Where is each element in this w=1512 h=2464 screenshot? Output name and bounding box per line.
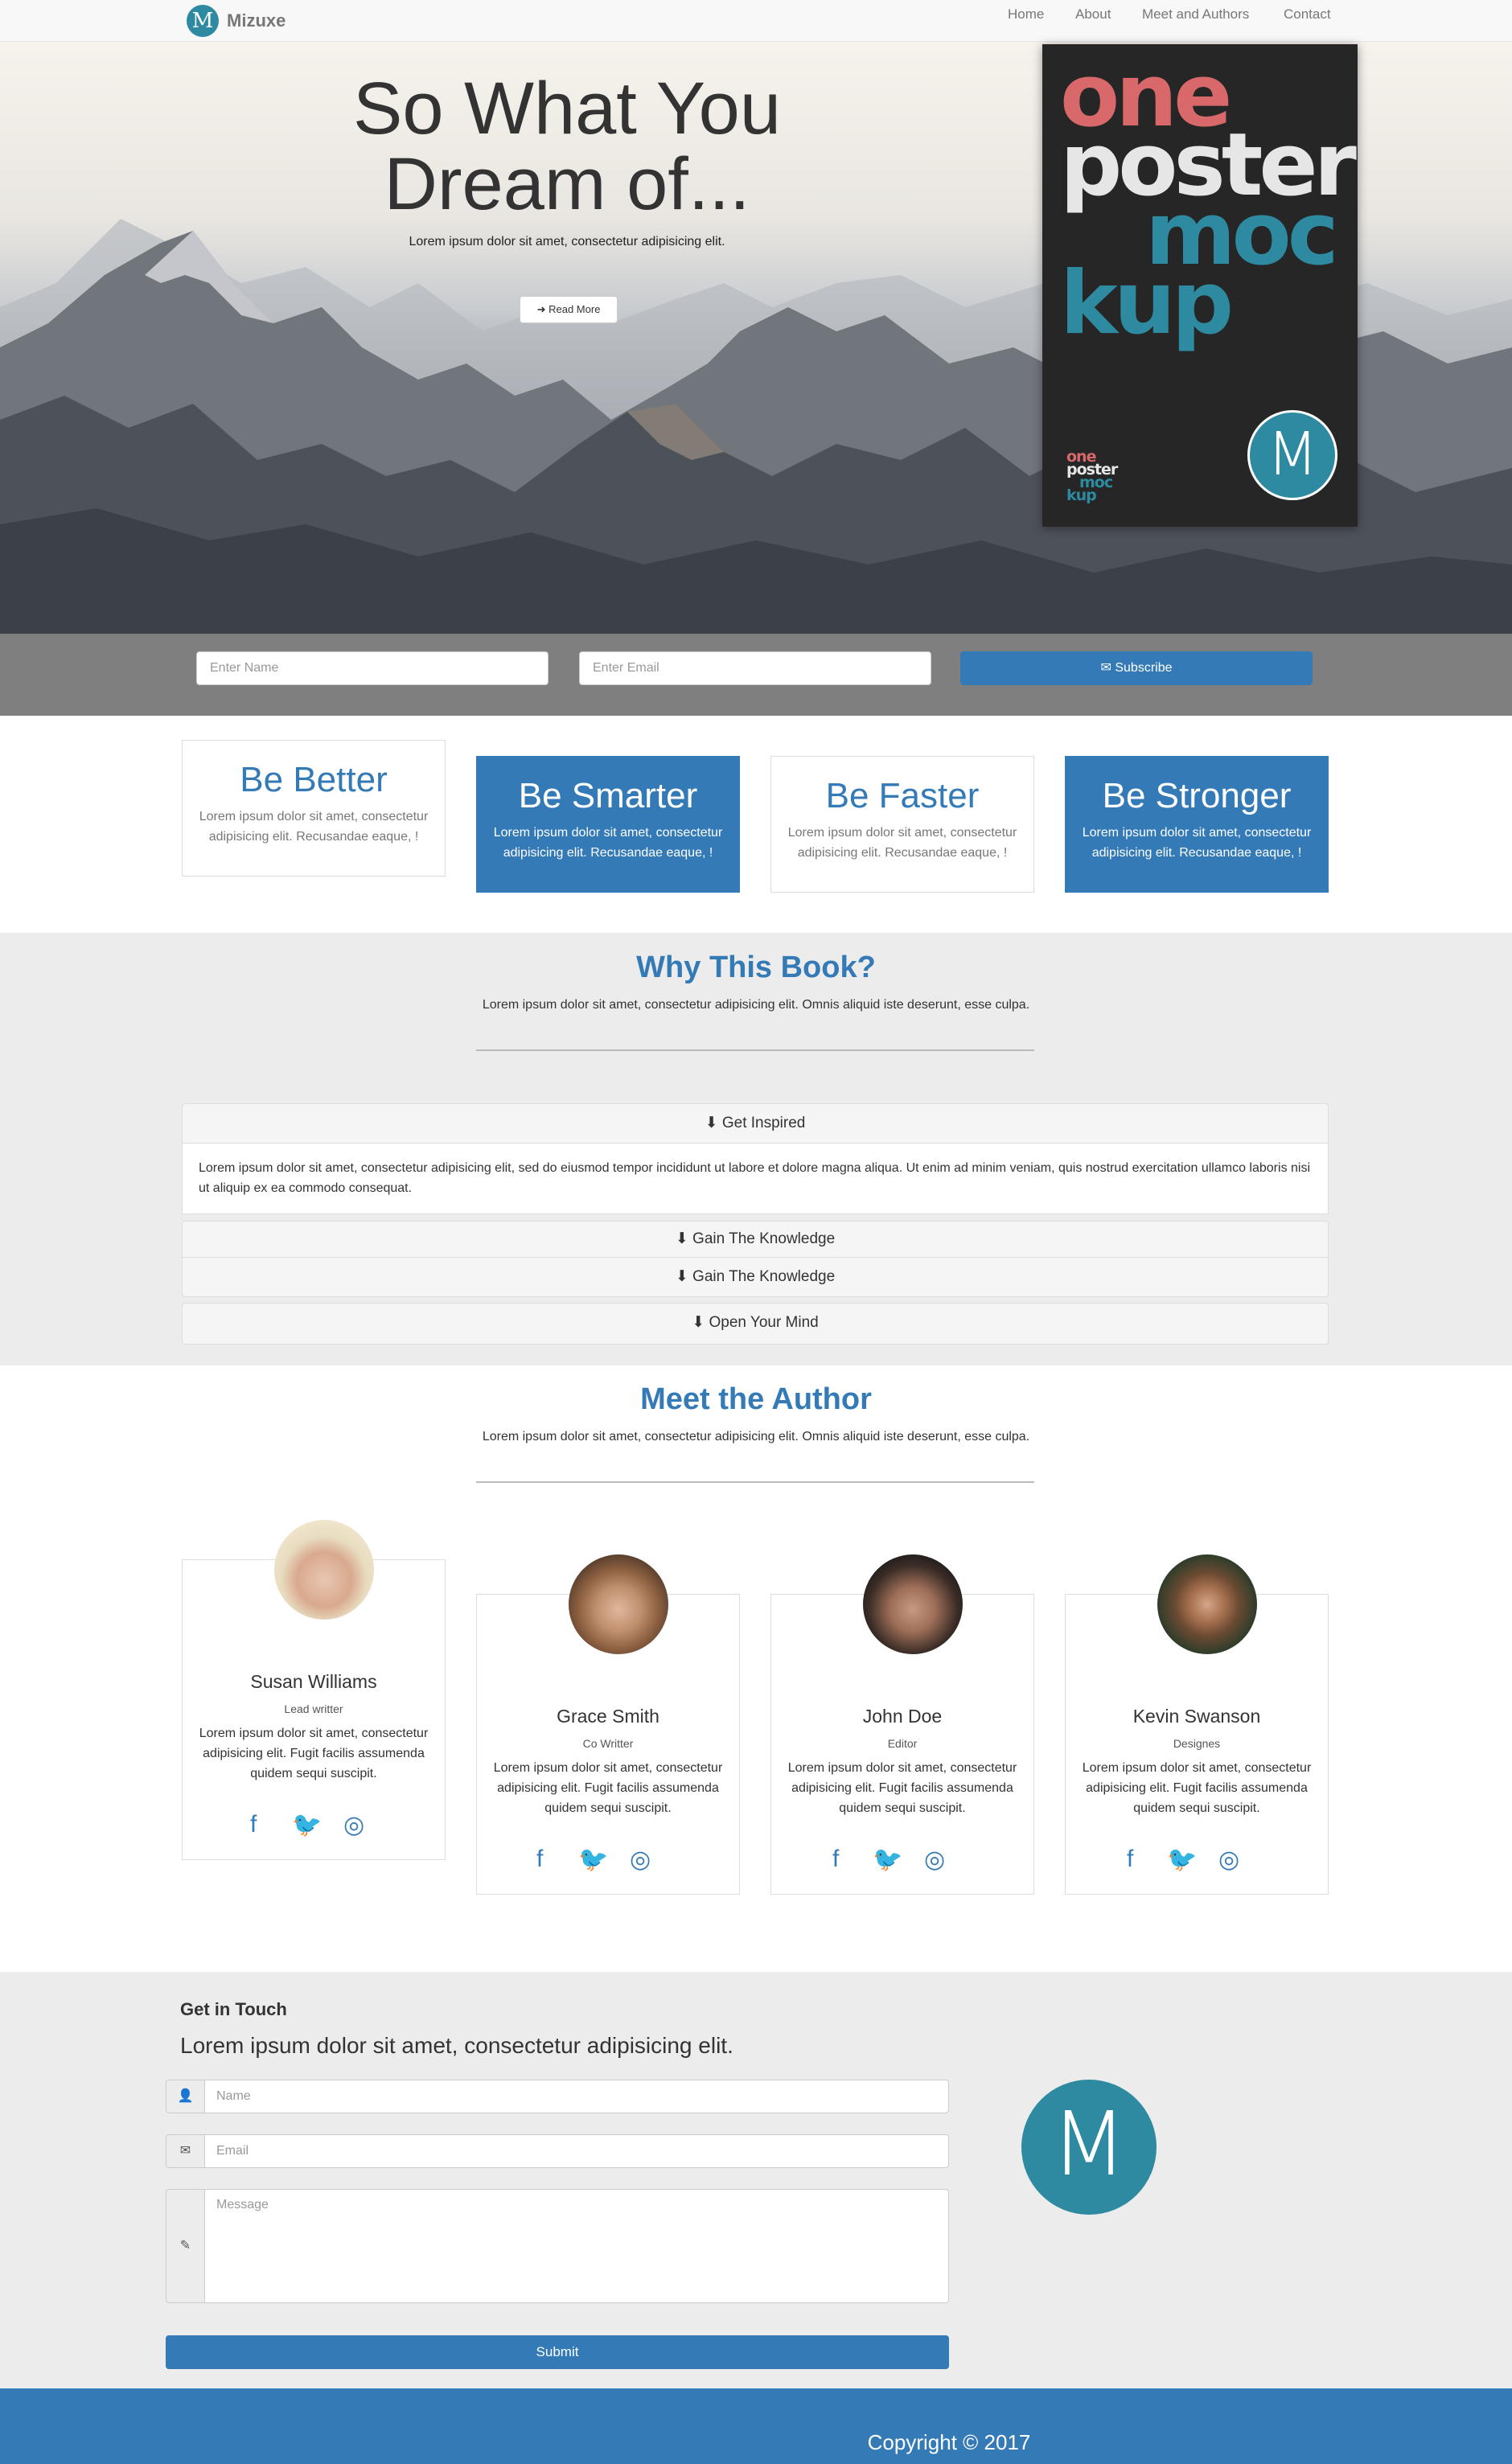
- accordion-open-mind[interactable]: ⬇ Open Your Mind: [182, 1303, 1329, 1345]
- poster-mockup: one poster moc kup one poster moc kup M: [1042, 44, 1358, 527]
- author-role: Co Writter: [582, 1737, 634, 1750]
- nav-link-meet-authors[interactable]: Meet and Authors: [1142, 6, 1249, 23]
- accordion-gain-knowledge-1[interactable]: ⬇ Gain The Knowledge: [182, 1221, 1329, 1258]
- email-input[interactable]: Enter Email: [579, 651, 931, 685]
- author-bio: Lorem ipsum dolor sit amet, consectetur …: [199, 1727, 429, 1780]
- contact-email-input[interactable]: Email: [204, 2134, 949, 2168]
- author-card: Kevin Swanson Designes Lorem ipsum dolor…: [1065, 1554, 1329, 1895]
- author-role: Editor: [887, 1737, 918, 1750]
- avatar: [274, 1520, 374, 1620]
- contact-lead: Lorem ipsum dolor sit amet, consectetur …: [180, 2033, 733, 2058]
- authors-description: Lorem ipsum dolor sit amet, consectetur …: [482, 1430, 1030, 1443]
- feature-title: Be Faster: [825, 776, 980, 815]
- poster-word-kup: kup: [1060, 253, 1234, 354]
- why-title: Why This Book?: [636, 951, 876, 984]
- twitter-icon[interactable]: 🐦: [873, 1846, 902, 1874]
- accordion-label: Gain The Knowledge: [692, 1230, 836, 1247]
- author-bio: Lorem ipsum dolor sit amet, consectetur …: [787, 1761, 1017, 1815]
- feature-text: Lorem ipsum dolor sit amet, consectetur …: [1082, 826, 1312, 860]
- instagram-icon[interactable]: ◎: [343, 1811, 364, 1839]
- pencil-icon: ✎: [166, 2189, 204, 2303]
- accordion-body: Lorem ipsum dolor sit amet, consectetur …: [182, 1144, 1329, 1214]
- author-name: Kevin Swanson: [1132, 1706, 1261, 1727]
- instagram-icon[interactable]: ◎: [924, 1846, 945, 1874]
- arrow-circle-down-icon: ⬇: [675, 1268, 688, 1285]
- feature-card-stronger: Be Stronger Lorem ipsum dolor sit amet, …: [1065, 756, 1329, 893]
- author-role: Lead writter: [284, 1702, 343, 1715]
- contact-logo: M: [1021, 2080, 1157, 2215]
- facebook-icon[interactable]: f: [1127, 1846, 1133, 1873]
- twitter-icon[interactable]: 🐦: [578, 1846, 608, 1874]
- feature-card-faster: Be Faster Lorem ipsum dolor sit amet, co…: [770, 756, 1034, 893]
- twitter-icon[interactable]: 🐦: [292, 1811, 322, 1839]
- feature-title: Be Better: [240, 760, 388, 799]
- author-name: Susan Williams: [250, 1671, 377, 1692]
- feature-text: Lorem ipsum dolor sit amet, consectetur …: [493, 826, 723, 860]
- arrow-circle-down-icon: ⬇: [705, 1115, 718, 1131]
- accordion-get-inspired[interactable]: ⬇ Get Inspired: [182, 1103, 1329, 1144]
- hero-title: So What You Dream of...: [353, 68, 781, 225]
- name-input[interactable]: Enter Name: [196, 651, 549, 685]
- read-more-label: Read More: [549, 303, 601, 315]
- accordion-gain-knowledge-2[interactable]: ⬇ Gain The Knowledge: [182, 1257, 1329, 1297]
- nav-link-about[interactable]: About: [1075, 6, 1111, 23]
- author-card: John Doe Editor Lorem ipsum dolor sit am…: [770, 1554, 1034, 1895]
- avatar: [863, 1554, 963, 1654]
- subscribe-bar: Enter Name Enter Email ✉ Subscribe: [0, 634, 1512, 716]
- twitter-icon[interactable]: 🐦: [1167, 1846, 1197, 1874]
- brand-name[interactable]: Mizuxe: [227, 10, 286, 31]
- arrow-right-icon: ➜: [536, 303, 546, 315]
- hero-subtitle: Lorem ipsum dolor sit amet, consectetur …: [409, 235, 725, 248]
- instagram-icon[interactable]: ◎: [630, 1846, 651, 1874]
- instagram-icon[interactable]: ◎: [1218, 1846, 1239, 1874]
- author-name: Grace Smith: [557, 1706, 659, 1727]
- feature-title: Be Stronger: [1102, 776, 1292, 815]
- author-card: Susan Williams Lead writter Lorem ipsum …: [182, 1520, 446, 1860]
- author-card: Grace Smith Co Writter Lorem ipsum dolor…: [476, 1554, 740, 1895]
- facebook-icon[interactable]: f: [832, 1846, 839, 1873]
- copyright-text: Copyright © 2017: [867, 2430, 1031, 2454]
- feature-title: Be Smarter: [518, 776, 698, 815]
- accordion-label: Open Your Mind: [709, 1314, 819, 1331]
- poster-logo: M: [1247, 410, 1337, 500]
- read-more-button[interactable]: ➜ Read More: [520, 296, 618, 323]
- user-icon: 👤: [166, 2080, 204, 2113]
- submit-button[interactable]: Submit: [166, 2335, 949, 2369]
- poster-small-kup: kup: [1066, 487, 1097, 504]
- accordion-label: Gain The Knowledge: [692, 1268, 836, 1285]
- why-description: Lorem ipsum dolor sit amet, consectetur …: [482, 998, 1030, 1012]
- subscribe-button[interactable]: ✉ Subscribe: [960, 651, 1313, 685]
- avatar: [1157, 1554, 1257, 1654]
- contact-heading: Get in Touch: [180, 1999, 287, 2019]
- nav-link-contact[interactable]: Contact: [1284, 6, 1331, 23]
- accordion-label: Get Inspired: [721, 1115, 806, 1131]
- envelope-icon: ✉: [1100, 661, 1111, 675]
- arrow-circle-down-icon: ⬇: [692, 1314, 705, 1331]
- brand-logo[interactable]: M: [187, 5, 219, 37]
- arrow-circle-down-icon: ⬇: [675, 1230, 688, 1247]
- contact-name-input[interactable]: Name: [204, 2080, 949, 2113]
- contact-message-textarea[interactable]: Message: [204, 2189, 949, 2303]
- feature-text: Lorem ipsum dolor sit amet, consectetur …: [787, 826, 1017, 860]
- nav-link-home[interactable]: Home: [1008, 6, 1044, 23]
- author-bio: Lorem ipsum dolor sit amet, consectetur …: [493, 1761, 723, 1815]
- feature-card-better: Be Better Lorem ipsum dolor sit amet, co…: [182, 740, 446, 877]
- author-role: Designes: [1173, 1737, 1221, 1750]
- author-name: John Doe: [862, 1706, 943, 1727]
- why-divider: [476, 1049, 1034, 1051]
- avatar: [569, 1554, 668, 1654]
- envelope-icon: ✉: [166, 2134, 204, 2168]
- feature-card-smarter: Be Smarter Lorem ipsum dolor sit amet, c…: [476, 756, 740, 893]
- facebook-icon[interactable]: f: [250, 1811, 257, 1838]
- subscribe-label: Subscribe: [1115, 661, 1173, 675]
- facebook-icon[interactable]: f: [536, 1846, 543, 1873]
- authors-title: Meet the Author: [640, 1382, 872, 1416]
- authors-divider: [476, 1481, 1034, 1483]
- author-bio: Lorem ipsum dolor sit amet, consectetur …: [1082, 1761, 1312, 1815]
- feature-text: Lorem ipsum dolor sit amet, consectetur …: [199, 810, 429, 844]
- footer: [0, 2388, 1512, 2464]
